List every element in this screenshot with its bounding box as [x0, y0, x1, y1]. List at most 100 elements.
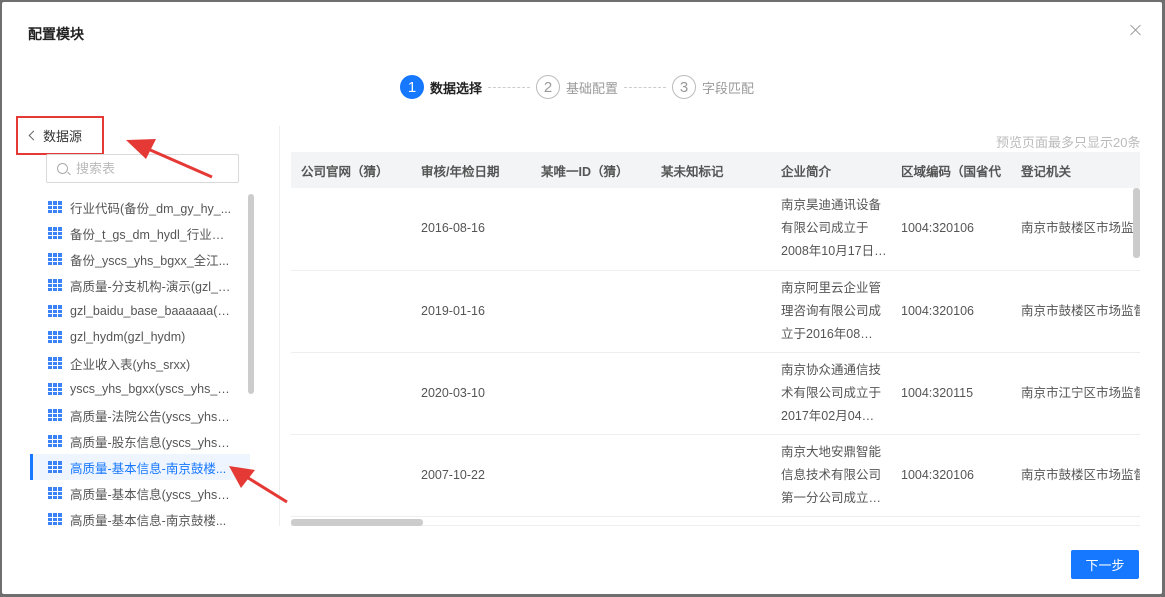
step-1: 1 数据选择 — [400, 75, 482, 99]
table-list-item-label: 高质量-基本信息-南京鼓楼... — [70, 461, 227, 476]
step-2-number: 2 — [536, 75, 561, 99]
table-search[interactable] — [46, 154, 239, 183]
table-cell — [651, 434, 771, 517]
table-cell — [531, 352, 651, 435]
next-step-button[interactable]: 下一步 — [1071, 550, 1139, 579]
table-list-item[interactable]: 高质量-法院公告(yscs_yhs_... — [30, 402, 250, 428]
table-icon — [48, 279, 62, 291]
table-cell: 2016-08-16 — [411, 188, 531, 271]
table-list-item[interactable]: gzl_baidu_base_baaaaaa(g... — [30, 298, 250, 324]
table-cell: 南京协众通通信技术有限公司成立于2017年02月04… — [771, 352, 891, 435]
table-list-item-label: 高质量-基本信息-南京鼓楼... — [70, 513, 227, 528]
steps-indicator: 1 数据选择 2 基础配置 3 字段匹配 — [400, 74, 754, 100]
table-list-item-label: 备份_t_gs_dm_hydl_行业代... — [70, 227, 232, 242]
table-list-item[interactable]: 高质量-分支机构-演示(gzl_a... — [30, 272, 250, 298]
table-list-item-label: 高质量-基本信息(yscs_yhs_... — [70, 487, 232, 502]
preview-table-container: 公司官网（猜） 审核/年检日期 某唯一ID（猜） 某未知标记 企业简介 区域编码（国省代登… — [291, 152, 1140, 526]
step-2: 2 基础配置 — [536, 75, 618, 99]
table-list-item[interactable]: 高质量-基本信息-南京鼓楼... — [30, 454, 250, 480]
table-row: 2019-01-16 南京阿里云企业管理咨询有限公司成立于2016年08… 1004… — [291, 270, 1140, 353]
table-list-item-label: 备份_yscs_yhs_bgxx_全江... — [70, 253, 230, 268]
column-header: 登记机关 — [1011, 152, 1140, 188]
column-header: 某未知标记 — [651, 152, 771, 188]
step-3: 3 字段匹配 — [672, 75, 754, 99]
table-list-item-label: gzl_hydm(gzl_hydm) — [70, 330, 186, 344]
table-icon — [48, 227, 62, 239]
table-icon — [48, 331, 62, 343]
table-icon — [48, 513, 62, 525]
table-icon — [48, 305, 62, 317]
table-list-item[interactable]: gzl_hydm(gzl_hydm) — [30, 324, 250, 350]
table-cell — [291, 352, 411, 435]
config-modal: 配置模块 1 数据选择 2 基础配置 3 字段匹配 数据源 行业代码(备份_dm… — [2, 2, 1162, 594]
close-icon[interactable] — [1128, 22, 1144, 38]
table-icon — [48, 487, 62, 499]
table-icon — [48, 201, 62, 213]
column-header: 区域编码（国省代 — [891, 152, 1011, 188]
table-cell — [291, 188, 411, 271]
table-list-item-label: 高质量-法院公告(yscs_yhs_... — [70, 409, 232, 424]
table-row: 2007-10-22 南京大地安鼎智能信息技术有限公司第一分公司成立… 1004:3… — [291, 434, 1140, 517]
table-cell — [531, 270, 651, 353]
table-cell — [291, 434, 411, 517]
chevron-left-icon — [28, 130, 39, 141]
preview-note: 预览页面最多只显示20条 — [996, 135, 1141, 150]
table-list-scrollbar[interactable] — [248, 194, 254, 394]
table-row: 2020-03-10 南京协众通通信技术有限公司成立于2017年02月04… 100… — [291, 352, 1140, 435]
table-list-item[interactable]: 备份_yscs_yhs_bgxx_全江... — [30, 246, 250, 272]
step-3-label: 字段匹配 — [702, 80, 755, 96]
table-list-item[interactable]: 高质量-基本信息(yscs_yhs_... — [30, 480, 250, 506]
table-list-item-label: 高质量-分支机构-演示(gzl_a... — [70, 279, 232, 294]
table-icon — [48, 253, 62, 265]
table-row: 2016-08-16 南京昊迪通讯设备有限公司成立于2008年10月17日… 100… — [291, 188, 1140, 271]
table-cell: 南京大地安鼎智能信息技术有限公司第一分公司成立… — [771, 434, 891, 517]
table-list-item[interactable]: 高质量-股东信息(yscs_yhs_... — [30, 428, 250, 454]
table-cell: 2007-10-22 — [411, 434, 531, 517]
table-cell: 1004:320106 — [891, 270, 1011, 353]
search-icon — [57, 163, 68, 174]
back-label: 数据源 — [43, 129, 83, 144]
table-icon — [48, 409, 62, 421]
table-cell: 南京市江宁区市场监督管理局 — [1011, 352, 1140, 435]
table-body: 2016-08-16 南京昊迪通讯设备有限公司成立于2008年10月17日… 100… — [291, 188, 1140, 517]
table-icon — [48, 383, 62, 395]
table-icon — [48, 461, 62, 473]
back-to-datasource-button[interactable]: 数据源 — [16, 116, 104, 155]
table-list-item[interactable]: 高质量-基本信息-南京鼓楼... — [30, 506, 250, 530]
table-cell: 1004:320106 — [891, 434, 1011, 517]
table-vertical-scrollbar[interactable] — [1133, 188, 1140, 258]
table-header-row: 公司官网（猜） 审核/年检日期 某唯一ID（猜） 某未知标记 企业简介 区域编码（国省代登… — [291, 152, 1140, 188]
table-list-item-label: 高质量-股东信息(yscs_yhs_... — [70, 435, 232, 450]
table-cell: 南京市鼓楼区市场监督管理局 — [1011, 434, 1140, 517]
panel-divider — [279, 126, 280, 526]
column-header: 审核/年检日期 — [411, 152, 531, 188]
table-list-item-label: gzl_baidu_base_baaaaaa(g... — [70, 304, 232, 318]
step-2-label: 基础配置 — [566, 80, 619, 96]
table-list-item[interactable]: yscs_yhs_bgxx(yscs_yhs_b... — [30, 376, 250, 402]
table-list-item[interactable]: 行业代码(备份_dm_gy_hy_... — [30, 194, 250, 220]
table-cell: 2020-03-10 — [411, 352, 531, 435]
table-cell — [651, 270, 771, 353]
table-list-item-label: 行业代码(备份_dm_gy_hy_... — [70, 201, 232, 216]
table-list-item[interactable]: 企业收入表(yhs_srxx) — [30, 350, 250, 376]
column-header: 企业简介 — [771, 152, 891, 188]
table-cell — [531, 434, 651, 517]
table-list-item-label: 企业收入表(yhs_srxx) — [70, 357, 191, 372]
table-icon — [48, 435, 62, 447]
table-cell: 南京市鼓楼区市场监督管理局 — [1011, 188, 1140, 271]
table-cell — [291, 270, 411, 353]
step-connector — [488, 86, 531, 88]
table-cell: 南京阿里云企业管理咨询有限公司成立于2016年08… — [771, 270, 891, 353]
table-cell: 南京市鼓楼区市场监督管理局 — [1011, 270, 1140, 353]
table-list-item[interactable]: 备份_t_gs_dm_hydl_行业代... — [30, 220, 250, 246]
modal-title: 配置模块 — [28, 26, 84, 42]
step-1-number: 1 — [400, 75, 424, 99]
table-list: 行业代码(备份_dm_gy_hy_... 备份_t_gs_dm_hydl_行业代.… — [30, 194, 250, 530]
table-cell: 1004:320115 — [891, 352, 1011, 435]
table-horizontal-scrollbar[interactable] — [291, 519, 423, 526]
preview-table: 公司官网（猜） 审核/年检日期 某唯一ID（猜） 某未知标记 企业简介 区域编码（国省代登… — [291, 152, 1140, 517]
step-3-number: 3 — [672, 75, 697, 99]
table-search-input[interactable] — [76, 161, 226, 176]
column-header: 公司官网（猜） — [291, 152, 411, 188]
table-icon — [48, 357, 62, 369]
